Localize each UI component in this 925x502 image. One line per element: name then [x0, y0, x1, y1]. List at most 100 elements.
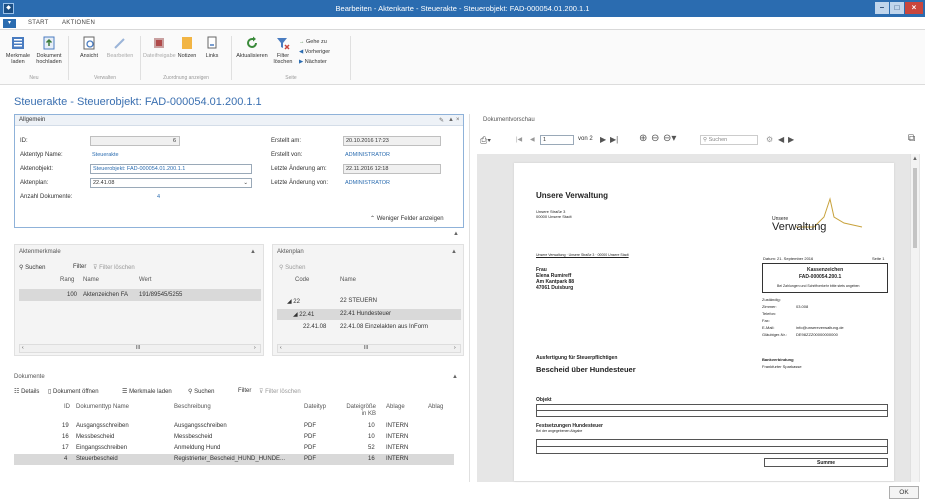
zoom-out-icon[interactable]: ⊖	[651, 133, 659, 144]
scroll-thumb[interactable]	[913, 168, 917, 248]
list-icon	[12, 37, 24, 49]
column-header-code[interactable]: Code	[295, 277, 309, 283]
aktenplan-title: Aktenplan	[277, 249, 304, 255]
aktenmerkmale-filter-loeschen-button[interactable]: ⊽ Filter löschen	[93, 264, 135, 271]
next-page-icon[interactable]: ▶	[600, 135, 606, 144]
minimize-icon[interactable]: –	[875, 2, 889, 14]
column-header-dateigroesse[interactable]: Dateigröße in KB	[342, 404, 376, 418]
bearbeiten-button[interactable]: Bearbeiten	[104, 35, 136, 59]
document-icon: ▯	[48, 389, 52, 395]
naechster-button[interactable]: ▶ Nächster	[299, 59, 327, 65]
tree-item[interactable]: 22.41.08	[303, 324, 326, 330]
ribbon-separator	[350, 36, 351, 80]
print-icon[interactable]: ⎙▾	[480, 135, 491, 146]
anzahl-value: 4	[157, 194, 161, 200]
aktenplan-suchen-button[interactable]: ⚲ Suchen	[279, 264, 305, 271]
table-row[interactable]: 17 Eingangsschreiben Anmeldung Hund PDF …	[14, 443, 454, 454]
pane-splitter[interactable]	[469, 114, 470, 482]
collapse-icon[interactable]: ▲	[451, 249, 457, 255]
quick-menu-icon[interactable]: ▾	[3, 19, 16, 28]
zoom-options-icon[interactable]: ⊖▾	[663, 133, 676, 144]
details-button[interactable]: ☷ Details	[14, 388, 39, 395]
aktenmerkmale-filter-button[interactable]: Filter	[73, 264, 86, 270]
merkmale-laden-button[interactable]: Merkmale laden	[2, 35, 34, 65]
column-header-name[interactable]: Name	[83, 277, 99, 283]
filter-loeschen-button[interactable]: Filter löschen	[267, 35, 299, 65]
vorheriger-button[interactable]: ◀ Vorheriger	[299, 49, 330, 55]
zoom-in-icon[interactable]: ⊕	[639, 133, 647, 144]
gehe-zu-button[interactable]: → Gehe zu	[299, 39, 327, 45]
table-row[interactable]: 19 Ausgangsschreiben Ausgangsschreiben P…	[14, 421, 454, 432]
ansicht-button[interactable]: Ansicht	[73, 35, 105, 59]
aktenobjekt-field[interactable]: Steuerobjekt: FAD-000054.01.200.1.1	[90, 164, 252, 174]
column-header-rang[interactable]: Rang	[60, 277, 74, 283]
ok-button[interactable]: OK	[889, 486, 919, 499]
scroll-thumb[interactable]: III	[136, 345, 140, 351]
column-header-name[interactable]: Name	[340, 277, 356, 283]
scroll-left-icon[interactable]: ‹	[280, 345, 282, 351]
collapse-icon[interactable]: ▲	[453, 231, 459, 237]
ribbon-tabs: ▾ START AKTIONEN	[0, 17, 925, 30]
letzte-von-link[interactable]: ADMINISTRATOR	[345, 180, 390, 186]
column-header-wert[interactable]: Wert	[139, 277, 152, 283]
table-row[interactable]: 16 Messbescheid Messbescheid PDF 10 INTE…	[14, 432, 454, 443]
column-header-dateityp[interactable]: Dateityp	[304, 404, 326, 410]
aktenmerkmale-suchen-button[interactable]: ⚲ Suchen	[19, 264, 45, 271]
kassenzeichen-box: Kassenzeichen FAD-000054.200.1 Bei Zahlu…	[762, 263, 888, 293]
column-header-beschreibung[interactable]: Beschreibung	[174, 404, 211, 410]
dokumente-filter-loeschen-button[interactable]: ⊽ Filter löschen	[259, 388, 301, 395]
erstellt-von-link[interactable]: ADMINISTRATOR	[345, 152, 390, 158]
group-zuordnung-label: Zuordnung anzeigen	[163, 75, 209, 81]
tab-start[interactable]: START	[28, 20, 49, 26]
collapse-icon[interactable]: ▲	[452, 374, 458, 380]
dokumente-suchen-button[interactable]: ⚲ Suchen	[188, 388, 214, 395]
scroll-up-icon[interactable]: ▲	[912, 156, 918, 162]
erstellt-am-label: Erstellt am:	[271, 138, 302, 144]
scroll-right-icon[interactable]: ›	[254, 345, 256, 351]
column-header-dokumenttyp[interactable]: Dokumenttyp Name	[76, 404, 129, 410]
vertical-scrollbar[interactable]: ▲	[910, 154, 919, 482]
open-external-icon[interactable]: ⧉	[908, 133, 915, 144]
aktenobjekt-label: Aktenobjekt:	[20, 166, 54, 172]
maximize-icon[interactable]: □	[890, 2, 904, 14]
aktualisieren-button[interactable]: Aktualisieren	[236, 35, 268, 59]
dokument-oeffnen-button[interactable]: ▯ Dokument öffnen	[48, 388, 99, 395]
page-number-input[interactable]: 1	[540, 135, 574, 145]
dokumente-panel: Dokumente ▲ ☷ Details ▯ Dokument öffnen …	[14, 374, 464, 474]
collapse-icon[interactable]: ▲	[448, 117, 454, 123]
first-page-icon[interactable]: |◀	[516, 136, 522, 143]
scroll-right-icon[interactable]: ›	[454, 345, 456, 351]
tab-aktionen[interactable]: AKTIONEN	[62, 20, 95, 26]
letzte-am-field: 22.11.2016 12:18	[343, 164, 441, 174]
weniger-felder-button[interactable]: ⌃ Weniger Felder anzeigen	[370, 215, 444, 222]
tree-item[interactable]: ◢ 22.41	[293, 311, 314, 318]
allgemein-title: Allgemein	[19, 117, 46, 123]
tree-item[interactable]: ◢ 22	[287, 298, 300, 305]
preview-search-input[interactable]: ⚲ Suchen	[700, 135, 758, 145]
horizontal-scrollbar[interactable]: ‹ III ›	[19, 344, 261, 353]
column-header-id[interactable]: ID	[64, 404, 70, 410]
dokumente-filter-button[interactable]: Filter	[238, 388, 251, 394]
aktenplan-select[interactable]: 22.41.08 ⌄	[90, 178, 252, 188]
last-page-icon[interactable]: ▶|	[610, 135, 618, 144]
merkmale-laden-button[interactable]: ☰ Merkmale laden	[122, 388, 172, 395]
column-header-ablage[interactable]: Ablage	[386, 404, 405, 410]
aktentyp-link[interactable]: Steuerakte	[92, 152, 119, 158]
dokument-hochladen-button[interactable]: Dokument hochladen	[33, 35, 65, 65]
search-options-icon[interactable]: ⚙	[766, 135, 773, 144]
collapse-icon[interactable]: ▲	[250, 249, 256, 255]
search-previous-icon[interactable]: ◀	[778, 135, 784, 144]
aktenmerkmale-title: Aktenmerkmale	[19, 249, 61, 255]
table-row-selected[interactable]: 4 Steuerbescheid Registrierter_Bescheid_…	[14, 454, 454, 465]
edit-icon[interactable]: ✎	[439, 117, 444, 124]
close-icon[interactable]: ×	[456, 117, 460, 123]
document-page: Unsere Verwaltung Unsere Straße 3 00000 …	[514, 163, 894, 481]
horizontal-scrollbar[interactable]: ‹ III ›	[277, 344, 461, 353]
column-header-ablage-2[interactable]: Ablag	[428, 404, 443, 410]
close-icon[interactable]: ×	[905, 2, 923, 14]
previous-page-icon[interactable]: ◀	[530, 136, 535, 143]
scroll-left-icon[interactable]: ‹	[22, 345, 24, 351]
scroll-thumb[interactable]: III	[364, 345, 368, 351]
links-button[interactable]: Links	[196, 35, 228, 59]
search-next-icon[interactable]: ▶	[788, 135, 794, 144]
